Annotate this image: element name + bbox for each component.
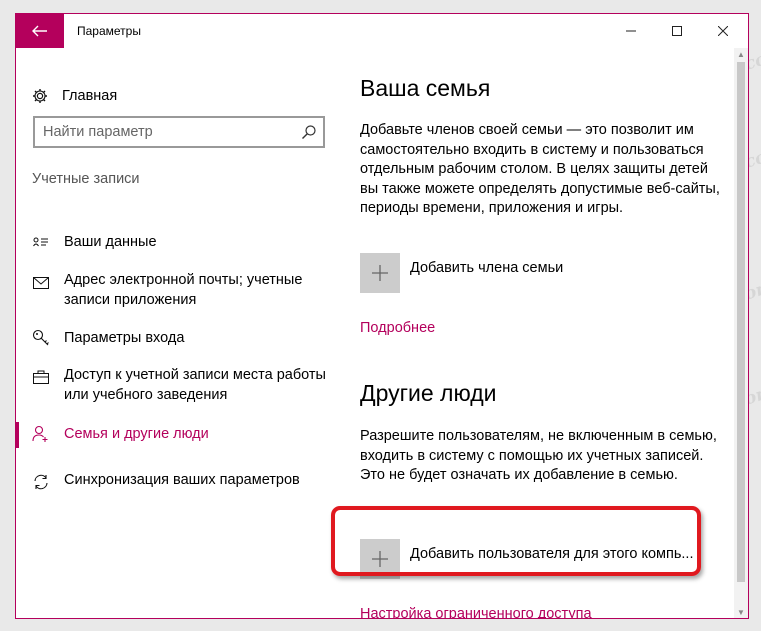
minimize-icon — [626, 30, 636, 32]
sidebar-item-email-accounts[interactable]: Адрес электронной почты; учетные записи … — [16, 271, 346, 313]
sidebar-item-label: Семья и другие люди — [64, 426, 209, 442]
gear-icon — [33, 89, 47, 103]
maximize-icon — [672, 26, 682, 36]
search-icon — [302, 125, 316, 139]
sidebar-item-label: Адрес электронной почты; учетные записи … — [64, 272, 303, 308]
person-add-icon — [32, 425, 50, 443]
family-heading: Ваша семья — [360, 75, 491, 101]
sidebar-item-your-info[interactable]: Ваши данные — [16, 232, 346, 254]
restricted-access-link[interactable]: Настройка ограниченного доступа — [360, 606, 592, 618]
search-input[interactable]: Найти параметр — [33, 116, 325, 148]
learn-more-link[interactable]: Подробнее — [360, 320, 435, 336]
back-arrow-icon — [32, 25, 47, 37]
title-bar: Параметры — [16, 14, 748, 48]
sidebar-item-work-access[interactable]: Доступ к учетной записи места работы или… — [16, 366, 346, 408]
scrollbar[interactable]: ▲ ▼ — [734, 48, 748, 618]
sidebar-item-label: Параметры входа — [64, 330, 185, 346]
family-description: Добавьте членов своей семьи — это позвол… — [360, 122, 720, 217]
add-family-member-button[interactable]: Добавить члена семьи — [360, 253, 563, 293]
sidebar-item-sign-in-options[interactable]: Параметры входа — [16, 328, 346, 350]
key-icon — [32, 329, 50, 347]
section-title: Учетные записи — [32, 171, 140, 187]
window-title: Параметры — [77, 24, 141, 38]
add-family-plus-tile — [360, 253, 400, 293]
highlight-frame — [331, 506, 701, 576]
sidebar-item-label: Доступ к учетной записи места работы или… — [64, 367, 326, 403]
briefcase-icon — [32, 368, 50, 386]
sidebar-item-sync[interactable]: Синхронизация ваших параметров — [16, 471, 346, 493]
sidebar: Главная Найти параметр Учетные записи Ва… — [16, 48, 346, 618]
close-button[interactable] — [700, 14, 746, 48]
other-people-heading: Другие люди — [360, 380, 497, 406]
sidebar-item-label: Синхронизация ваших параметров — [64, 472, 300, 488]
sidebar-item-family[interactable]: Семья и другие люди — [16, 424, 346, 446]
other-people-description: Разрешите пользователям, не включенным в… — [360, 428, 717, 484]
back-button[interactable] — [16, 14, 64, 48]
plus-icon — [372, 265, 388, 281]
maximize-button[interactable] — [654, 14, 700, 48]
sidebar-item-home[interactable]: Главная — [32, 84, 117, 108]
search-placeholder: Найти параметр — [43, 124, 153, 140]
person-card-icon — [32, 234, 50, 252]
mail-icon — [32, 274, 50, 292]
sidebar-item-label: Ваши данные — [64, 234, 157, 250]
sync-icon — [32, 473, 50, 491]
add-family-member-label: Добавить члена семьи — [410, 260, 564, 276]
sidebar-item-label: Главная — [62, 88, 118, 104]
scroll-thumb[interactable] — [737, 62, 745, 582]
scroll-up-icon[interactable]: ▲ — [737, 51, 745, 59]
minimize-button[interactable] — [608, 14, 654, 48]
scroll-down-icon[interactable]: ▼ — [737, 609, 745, 617]
close-icon — [718, 26, 728, 36]
